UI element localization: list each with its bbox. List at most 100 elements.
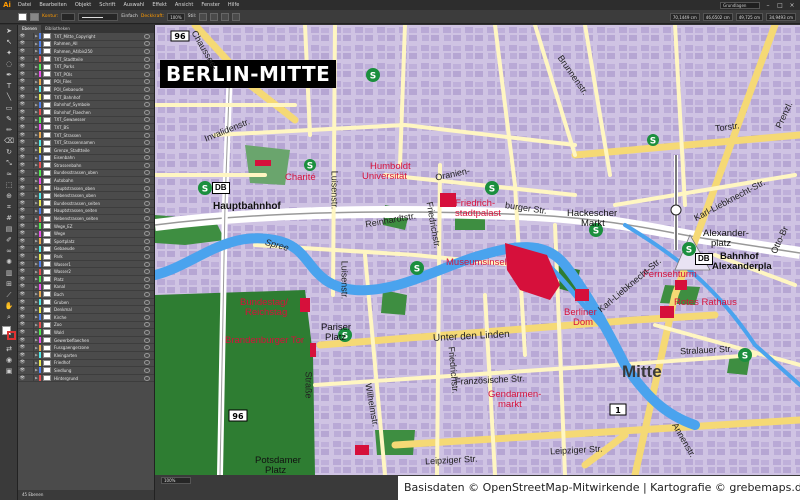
close-icon[interactable]: ×: [788, 2, 796, 9]
visibility-eye-icon[interactable]: 👁: [18, 330, 27, 335]
lock-toggle[interactable]: [27, 207, 34, 214]
layer-row[interactable]: 👁 ▶ Nebenstrassen_oben: [18, 192, 154, 201]
layer-target-icon[interactable]: [144, 33, 150, 39]
layer-row[interactable]: 👁 ▶ Bundesstrassen_seiten: [18, 200, 154, 208]
zoom-field[interactable]: 100%: [161, 477, 191, 484]
visibility-eye-icon[interactable]: 👁: [18, 193, 27, 198]
rectangle-tool-icon[interactable]: ▭: [2, 103, 16, 113]
layer-target-icon[interactable]: [144, 291, 150, 297]
menu-effekt[interactable]: Effekt: [148, 0, 171, 10]
visibility-eye-icon[interactable]: 👁: [18, 376, 27, 381]
layer-row[interactable]: 👁 ▶ Bach: [18, 291, 154, 299]
symbol-sprayer-tool-icon[interactable]: ✺: [2, 257, 16, 267]
transform-icon[interactable]: [221, 12, 230, 21]
lock-toggle[interactable]: [27, 177, 34, 184]
stroke-style-dropdown[interactable]: [78, 12, 119, 21]
layer-name[interactable]: Nebenstrassen_seiten: [54, 216, 144, 221]
blend-tool-icon[interactable]: ∞: [2, 246, 16, 256]
layer-name[interactable]: Gebaeude: [54, 246, 144, 251]
layer-name[interactable]: TXT_Strassen: [54, 133, 144, 138]
layer-name[interactable]: POI_Files: [54, 79, 144, 84]
visibility-eye-icon[interactable]: 👁: [18, 72, 27, 77]
layer-name[interactable]: Rahmen_A4/bis250: [54, 49, 144, 54]
lock-toggle[interactable]: [27, 147, 34, 154]
layer-row[interactable]: 👁 ▶ Hintergrund: [18, 375, 154, 383]
layer-row[interactable]: 👁 ▶ POI_Files: [18, 78, 154, 87]
layer-name[interactable]: Siedlung: [54, 368, 144, 373]
layer-name[interactable]: Hauptstrassen_oben: [54, 186, 144, 191]
layer-row[interactable]: 👁 ▶ Gebaeude: [18, 245, 154, 254]
screen-mode-icon[interactable]: ▣: [2, 366, 16, 376]
layer-row[interactable]: 👁 ▶ Strassenbahn: [18, 162, 154, 170]
visibility-eye-icon[interactable]: 👁: [18, 102, 27, 107]
layer-row[interactable]: 👁 ▶ Wasser2: [18, 268, 154, 276]
w-field[interactable]: 49,725 cm: [735, 12, 764, 21]
selection-tool-icon[interactable]: ➤: [2, 26, 16, 36]
visibility-eye-icon[interactable]: 👁: [18, 246, 27, 251]
stroke-color-icon[interactable]: [7, 331, 16, 340]
visibility-eye-icon[interactable]: 👁: [18, 292, 27, 297]
layer-row[interactable]: 👁 ▶ TXT_POIs: [18, 71, 154, 79]
layer-name[interactable]: Wasser2: [54, 269, 144, 274]
layer-target-icon[interactable]: [144, 314, 150, 320]
layer-name[interactable]: TXT_Bahnhof: [54, 95, 144, 100]
layer-name[interactable]: Denkmal: [54, 307, 144, 312]
visibility-eye-icon[interactable]: 👁: [18, 231, 27, 236]
visibility-eye-icon[interactable]: 👁: [18, 133, 27, 138]
layer-target-icon[interactable]: [144, 140, 150, 146]
layer-row[interactable]: 👁 ▶ Wasser1: [18, 261, 154, 269]
layer-name[interactable]: Wege_EZ: [54, 224, 144, 229]
layer-name[interactable]: Autobahn: [54, 178, 144, 183]
layer-row[interactable]: 👁 ▶ Kanal: [18, 283, 154, 292]
gradient-tool-icon[interactable]: ▤: [2, 224, 16, 234]
layer-target-icon[interactable]: [144, 79, 150, 85]
visibility-eye-icon[interactable]: 👁: [18, 269, 27, 274]
layer-target-icon[interactable]: [144, 254, 150, 260]
lock-toggle[interactable]: [27, 306, 34, 313]
type-tool-icon[interactable]: T: [2, 81, 16, 91]
layer-target-icon[interactable]: [144, 337, 150, 343]
visibility-eye-icon[interactable]: 👁: [18, 79, 27, 84]
layer-name[interactable]: TXT_Stadtteile: [54, 57, 144, 62]
layer-row[interactable]: 👁 ▶ Kleingarten: [18, 352, 154, 360]
layer-row[interactable]: 👁 ▶ Gruben: [18, 299, 154, 307]
visibility-eye-icon[interactable]: 👁: [18, 163, 27, 168]
layer-target-icon[interactable]: [144, 216, 150, 222]
layer-name[interactable]: TXT_Mitte_Copyright: [54, 34, 144, 39]
layer-name[interactable]: Hauptstrassen_seiten: [54, 208, 144, 213]
scale-tool-icon[interactable]: ⤡: [2, 158, 16, 168]
lock-toggle[interactable]: [27, 367, 34, 374]
layer-name[interactable]: Nebenstrassen_oben: [54, 193, 144, 198]
lock-toggle[interactable]: [27, 139, 34, 146]
tab-bibliotheken[interactable]: Bibliotheken: [41, 25, 74, 33]
layer-target-icon[interactable]: [144, 170, 150, 176]
lock-toggle[interactable]: [27, 71, 34, 78]
visibility-eye-icon[interactable]: 👁: [18, 155, 27, 160]
visibility-eye-icon[interactable]: 👁: [18, 224, 27, 229]
visibility-eye-icon[interactable]: 👁: [18, 254, 27, 259]
visibility-eye-icon[interactable]: 👁: [18, 239, 27, 244]
lock-toggle[interactable]: [27, 200, 34, 207]
layer-target-icon[interactable]: [144, 238, 150, 244]
lock-toggle[interactable]: [27, 48, 34, 55]
visibility-eye-icon[interactable]: 👁: [18, 34, 27, 39]
lock-toggle[interactable]: [27, 261, 34, 268]
lock-toggle[interactable]: [27, 33, 34, 40]
layer-name[interactable]: Fussgaengerzone: [54, 345, 144, 350]
shape-builder-tool-icon[interactable]: ⊕: [2, 191, 16, 201]
layer-target-icon[interactable]: [144, 329, 150, 335]
h-field[interactable]: 34,9493 cm: [766, 12, 796, 21]
pencil-tool-icon[interactable]: ✏: [2, 125, 16, 135]
paintbrush-tool-icon[interactable]: ✎: [2, 114, 16, 124]
direct-selection-tool-icon[interactable]: ↖: [2, 37, 16, 47]
layer-target-icon[interactable]: [144, 71, 150, 77]
layer-row[interactable]: 👁 ▶ Rahmen_A4/bis250: [18, 48, 154, 56]
layer-row[interactable]: 👁 ▶ Hauptstrassen_oben: [18, 185, 154, 193]
layer-name[interactable]: Bahnhof_Symbole: [54, 102, 144, 107]
lock-toggle[interactable]: [27, 223, 34, 230]
rotate-tool-icon[interactable]: ↻: [2, 147, 16, 157]
graph-tool-icon[interactable]: ▥: [2, 268, 16, 278]
lock-toggle[interactable]: [27, 162, 34, 169]
layer-name[interactable]: TXT_Strassennamen: [54, 140, 144, 145]
layer-target-icon[interactable]: [144, 231, 150, 237]
